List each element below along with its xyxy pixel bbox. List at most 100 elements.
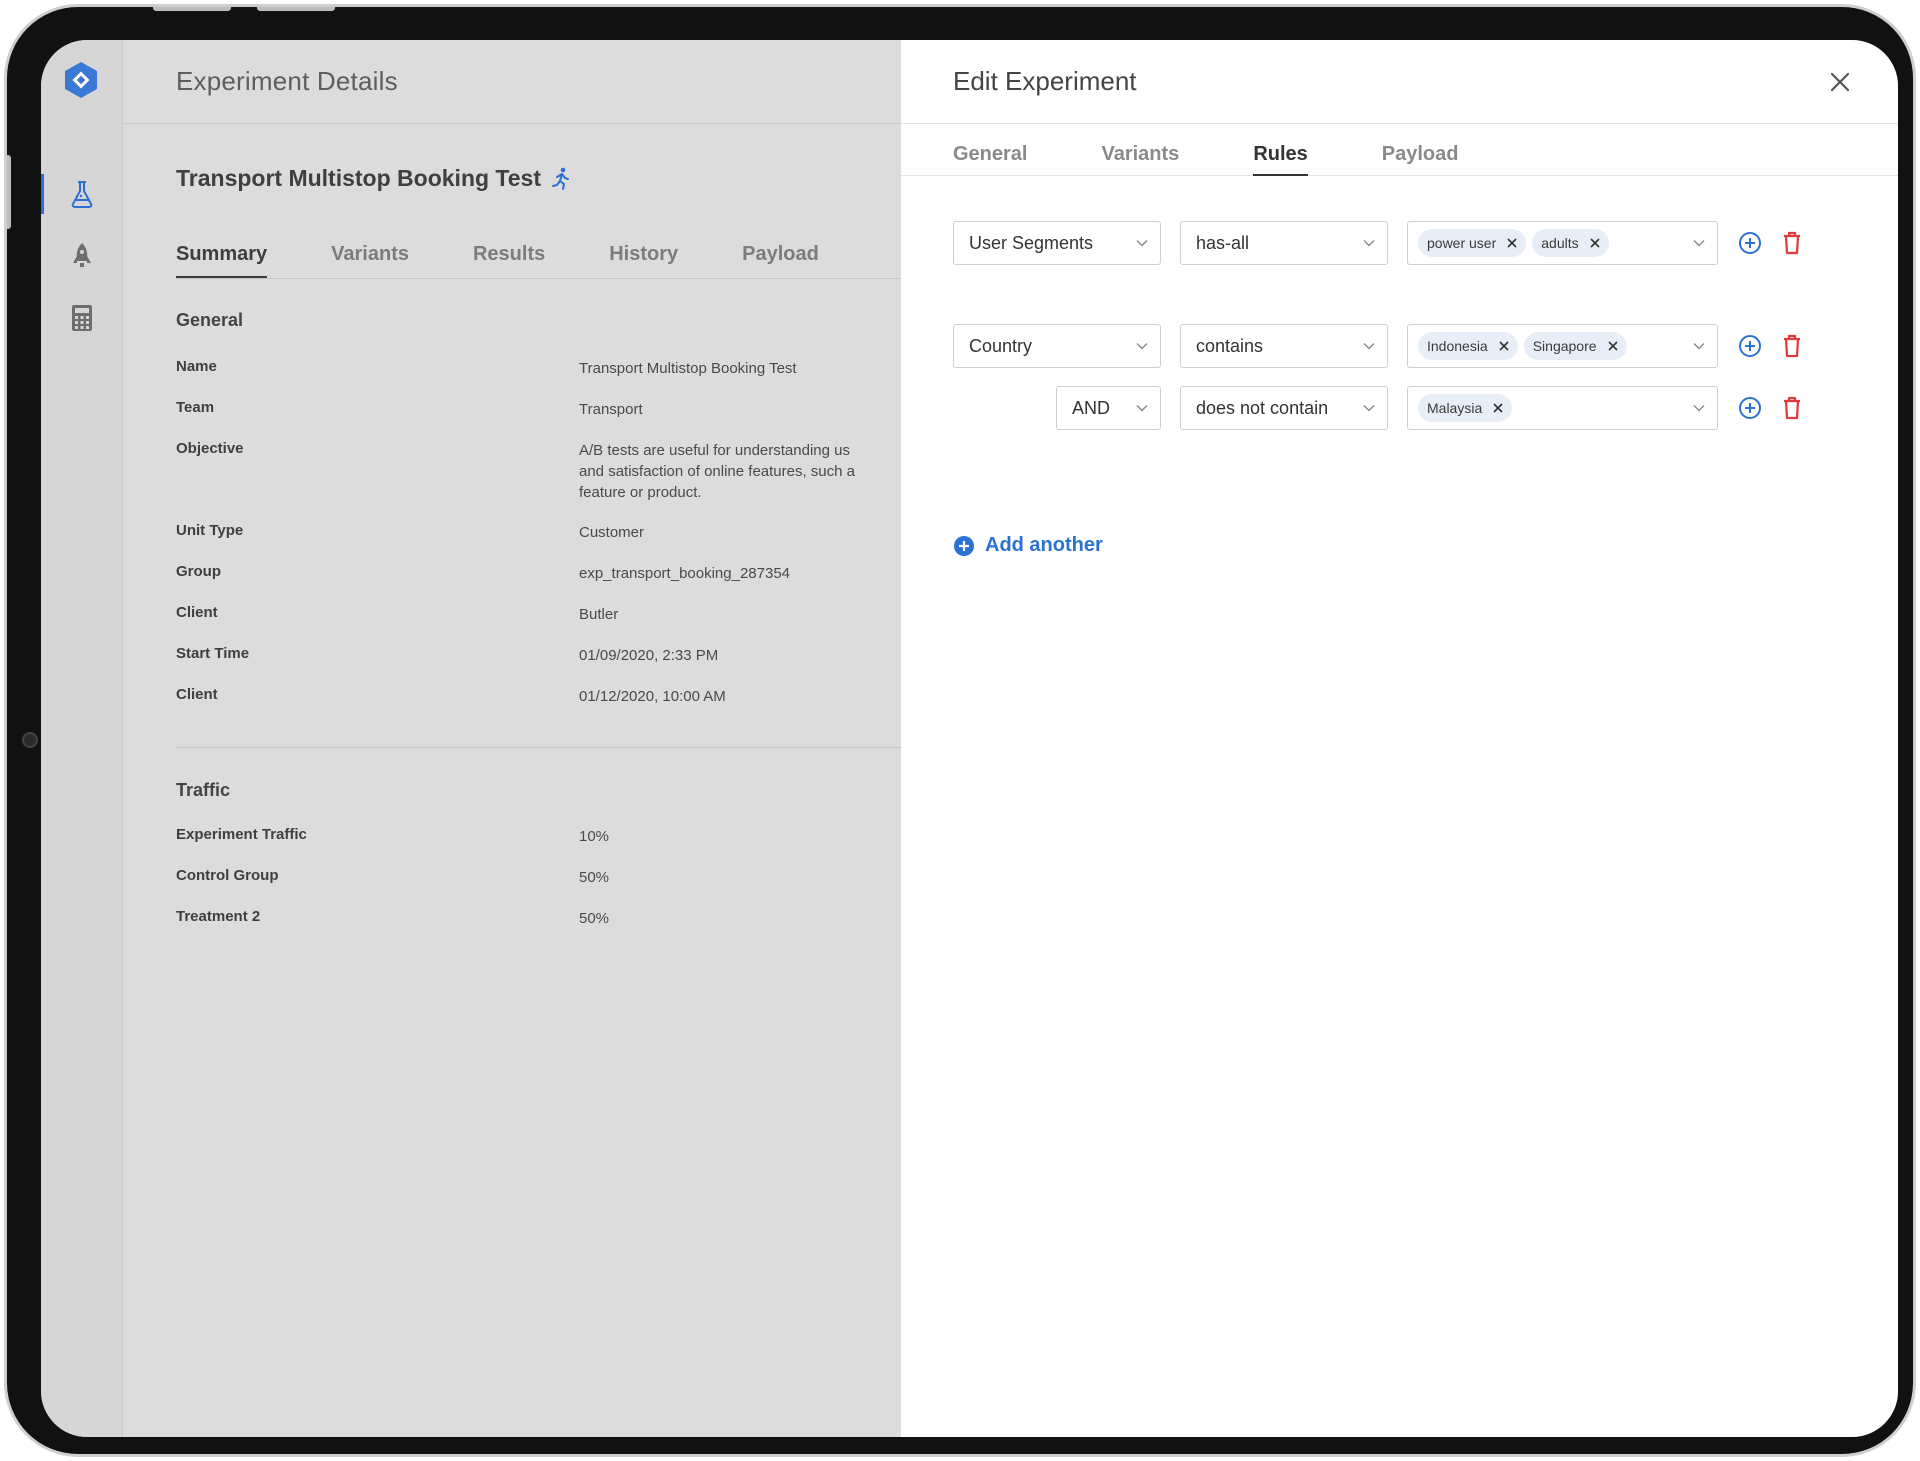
top-hardware-button [257,7,335,11]
rule-connector-select[interactable]: AND [1056,386,1161,430]
detail-label: Name [176,358,217,375]
tablet-frame: Experiment Details Transport Multistop B… [4,4,1916,1457]
add-another-button[interactable]: Add another [953,534,1103,557]
chevron-down-icon [1693,343,1705,350]
drawer-title: Edit Experiment [953,66,1137,96]
running-icon [552,167,570,190]
chevron-down-icon [1136,343,1148,350]
edit-experiment-drawer: Edit Experiment General Variants Rules P… [901,40,1898,1437]
flask-icon [71,181,93,208]
trash-icon [1784,396,1800,420]
detail-label: Objective [176,440,244,457]
delete-rule-button[interactable] [1779,333,1805,359]
plus-circle-icon [1739,397,1761,419]
remove-chip-icon[interactable] [1498,340,1510,352]
chip-label: power user [1427,235,1497,251]
nav-item-experiments[interactable] [41,166,123,222]
trash-icon [1784,231,1800,255]
chevron-down-icon [1363,405,1375,412]
rule-values-multiselect[interactable]: power user adults [1407,221,1718,265]
detail-label: Group [176,563,221,580]
add-condition-button[interactable] [1737,333,1763,359]
experiment-title-text: Transport Multistop Booking Test [176,165,542,191]
chip-label: Indonesia [1427,338,1488,354]
tab-variants[interactable]: Variants [331,243,409,278]
rule-values-multiselect[interactable]: Malaysia [1407,386,1718,430]
rule-operator-value: contains [1196,335,1264,356]
tab-general[interactable]: General [953,124,1027,176]
camera-dot [22,732,38,748]
nav-item-launches[interactable] [41,228,123,284]
rule-operator-select[interactable]: does not contain [1180,386,1388,430]
chevron-down-icon [1363,343,1375,350]
chevron-down-icon [1693,405,1705,412]
experiment-title: Transport Multistop Booking Test [176,165,571,192]
drawer-tabs: General Variants Rules Payload [901,124,1898,176]
chip-label: adults [1541,235,1579,251]
close-button[interactable] [1824,66,1856,98]
traffic-label: Control Group [176,867,279,884]
chevron-down-icon [1693,240,1705,247]
tab-summary[interactable]: Summary [176,243,268,278]
add-condition-button[interactable] [1737,395,1763,421]
side-hardware-button [7,155,11,229]
traffic-label: Experiment Traffic [176,826,307,843]
general-section-title: General [176,310,244,330]
value-chip: Indonesia [1418,332,1518,360]
delete-rule-button[interactable] [1779,230,1805,256]
remove-chip-icon[interactable] [1492,402,1504,414]
page-title: Experiment Details [176,66,398,96]
rule-attribute-select[interactable]: Country [953,324,1161,368]
chevron-down-icon [1363,240,1375,247]
plus-circle-icon [1739,335,1761,357]
traffic-label: Treatment 2 [176,908,261,925]
app-logo-icon[interactable] [61,60,101,100]
add-another-label: Add another [985,534,1103,556]
plus-circle-filled-icon [954,535,974,556]
detail-label: Team [176,399,215,416]
trash-icon [1784,334,1800,358]
detail-label: Client [176,686,218,703]
rule-attribute-value: Country [969,335,1033,356]
value-chip: Singapore [1523,332,1627,360]
tab-payload[interactable]: Payload [742,243,819,278]
rule-operator-select[interactable]: contains [1180,324,1388,368]
calculator-icon [72,305,92,331]
rule-operator-value: does not contain [1196,397,1329,418]
detail-label: Client [176,604,218,621]
detail-label: Unit Type [176,522,244,539]
rocket-icon [73,243,91,267]
add-condition-button[interactable] [1737,230,1763,256]
rule-values-multiselect[interactable]: Indonesia Singapore [1407,324,1718,368]
close-icon [1830,72,1850,92]
tab-rules[interactable]: Rules [1253,124,1308,176]
rule-operator-select[interactable]: has-all [1180,221,1388,265]
drawer-header: Edit Experiment [901,40,1898,124]
screen: Experiment Details Transport Multistop B… [41,40,1898,1437]
value-chip: Malaysia [1418,394,1513,422]
remove-chip-icon[interactable] [1589,237,1601,249]
tab-payload[interactable]: Payload [1382,124,1459,176]
value-chip: power user [1418,229,1527,257]
experiment-details-page: Experiment Details Transport Multistop B… [124,40,901,1437]
traffic-section-title: Traffic [176,780,231,800]
plus-circle-icon [1739,232,1761,254]
chevron-down-icon [1136,240,1148,247]
tab-history[interactable]: History [609,243,678,278]
value-chip: adults [1532,229,1609,257]
delete-rule-button[interactable] [1779,395,1805,421]
rule-attribute-value: User Segments [969,232,1094,253]
section-divider [176,747,901,748]
chip-label: Singapore [1532,338,1597,354]
remove-chip-icon[interactable] [1607,340,1619,352]
remove-chip-icon[interactable] [1506,237,1518,249]
detail-tabs: Summary Variants Results History Payload [176,243,901,279]
nav-rail [41,40,123,1437]
rule-operator-value: has-all [1196,232,1250,253]
nav-item-calculator[interactable] [41,290,123,346]
chip-label: Malaysia [1427,400,1483,416]
rule-attribute-select[interactable]: User Segments [953,221,1161,265]
top-hardware-button [153,7,231,11]
tab-variants[interactable]: Variants [1101,124,1179,176]
tab-results[interactable]: Results [473,243,545,278]
